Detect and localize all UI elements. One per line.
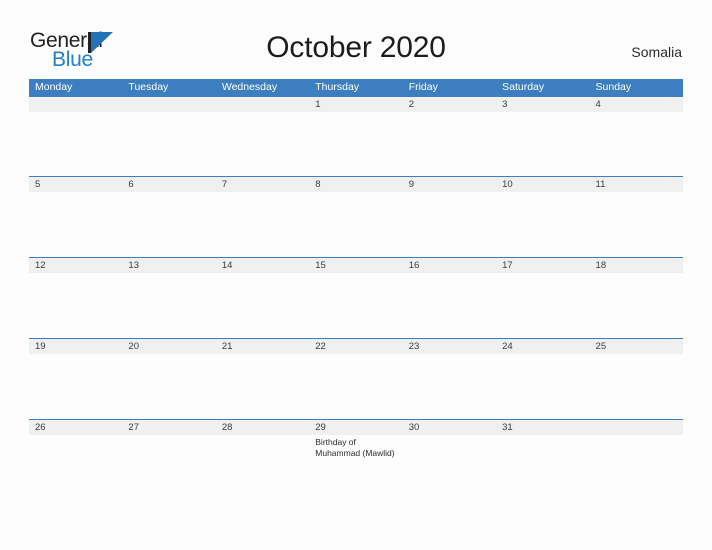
day-event	[403, 112, 496, 176]
day-event	[122, 112, 215, 176]
week-date-band: 26 27 28 29 30 31	[29, 420, 683, 435]
day-event	[29, 273, 122, 338]
week-date-band: 19 20 21 22 23 24 25	[29, 339, 683, 354]
calendar-grid: Monday Tuesday Wednesday Thursday Friday…	[29, 79, 683, 497]
region-label: Somalia	[631, 44, 682, 60]
page-title: October 2020	[266, 31, 446, 64]
day-number[interactable]: 3	[496, 97, 589, 112]
day-number[interactable]: 26	[29, 420, 122, 435]
day-number[interactable]	[216, 97, 309, 112]
day-number[interactable]: 14	[216, 258, 309, 273]
week-event-band: Birthday of Muhammad (Mawlid)	[29, 435, 683, 497]
day-event	[590, 273, 683, 338]
weekday-header-friday: Friday	[408, 81, 438, 93]
page-header: General Blue October 2020 Somalia	[0, 0, 712, 78]
calendar-page: General Blue October 2020 Somalia Monday…	[0, 0, 712, 550]
day-event	[216, 435, 309, 497]
day-event	[496, 435, 589, 497]
day-event	[496, 192, 589, 257]
day-number[interactable]: 29	[309, 420, 402, 435]
day-event	[29, 435, 122, 497]
day-number[interactable]: 24	[496, 339, 589, 354]
week-date-band: 1 2 3 4	[29, 97, 683, 112]
day-event	[403, 192, 496, 257]
weekday-header-saturday: Saturday	[502, 81, 545, 93]
weekday-header-monday: Monday	[35, 81, 73, 93]
day-number[interactable]: 15	[309, 258, 402, 273]
day-event	[496, 273, 589, 338]
day-event	[309, 354, 402, 419]
day-event	[122, 354, 215, 419]
day-number[interactable]	[29, 97, 122, 112]
calendar-week-row: 1 2 3 4	[29, 96, 683, 176]
day-number[interactable]: 10	[496, 177, 589, 192]
weekday-header-thursday: Thursday	[315, 81, 360, 93]
day-event-holiday: Birthday of Muhammad (Mawlid)	[315, 437, 395, 458]
day-number[interactable]: 8	[309, 177, 402, 192]
day-number[interactable]: 4	[590, 97, 683, 112]
day-number[interactable]: 28	[216, 420, 309, 435]
day-number[interactable]: 19	[29, 339, 122, 354]
day-number[interactable]: 16	[403, 258, 496, 273]
day-number[interactable]	[590, 420, 683, 435]
week-date-band: 12 13 14 15 16 17 18	[29, 258, 683, 273]
day-event	[29, 112, 122, 176]
day-event	[496, 112, 589, 176]
day-number[interactable]: 5	[29, 177, 122, 192]
weekday-header-tuesday: Tuesday	[128, 81, 169, 93]
day-event	[309, 112, 402, 176]
day-event	[216, 192, 309, 257]
day-number[interactable]: 22	[309, 339, 402, 354]
day-event	[122, 192, 215, 257]
day-number[interactable]: 13	[122, 258, 215, 273]
day-number[interactable]: 18	[590, 258, 683, 273]
day-event	[403, 354, 496, 419]
calendar-week-row: 26 27 28 29 30 31 Birthday of Muhammad (…	[29, 419, 683, 497]
day-number[interactable]: 31	[496, 420, 589, 435]
day-event	[216, 273, 309, 338]
day-event	[29, 354, 122, 419]
week-event-band	[29, 354, 683, 419]
day-number[interactable]: 9	[403, 177, 496, 192]
day-event	[29, 192, 122, 257]
day-event	[309, 192, 402, 257]
day-number[interactable]: 30	[403, 420, 496, 435]
day-event	[590, 435, 683, 497]
week-date-band: 5 6 7 8 9 10 11	[29, 177, 683, 192]
day-event	[403, 435, 496, 497]
day-number[interactable]: 7	[216, 177, 309, 192]
day-event	[590, 354, 683, 419]
day-event	[216, 112, 309, 176]
day-event	[590, 192, 683, 257]
day-number[interactable]: 11	[590, 177, 683, 192]
day-number[interactable]: 20	[122, 339, 215, 354]
calendar-week-row: 5 6 7 8 9 10 11	[29, 176, 683, 257]
day-event	[122, 273, 215, 338]
week-event-band	[29, 112, 683, 176]
weekday-header-wednesday: Wednesday	[221, 81, 278, 93]
weekday-header-sunday: Sunday	[595, 81, 632, 93]
day-number[interactable]: 25	[590, 339, 683, 354]
day-event	[403, 273, 496, 338]
calendar-week-row: 19 20 21 22 23 24 25	[29, 338, 683, 419]
weekday-header-row: Monday Tuesday Wednesday Thursday Friday…	[29, 79, 683, 96]
day-number[interactable]: 2	[403, 97, 496, 112]
day-number[interactable]: 6	[122, 177, 215, 192]
day-event	[216, 354, 309, 419]
week-event-band	[29, 192, 683, 257]
day-number[interactable]: 17	[496, 258, 589, 273]
day-event	[309, 273, 402, 338]
day-number[interactable]: 12	[29, 258, 122, 273]
day-number[interactable]: 23	[403, 339, 496, 354]
week-event-band	[29, 273, 683, 338]
day-event	[590, 112, 683, 176]
day-number[interactable]: 27	[122, 420, 215, 435]
day-event	[122, 435, 215, 497]
calendar-week-row: 12 13 14 15 16 17 18	[29, 257, 683, 338]
day-number[interactable]: 21	[216, 339, 309, 354]
day-event	[496, 354, 589, 419]
day-number[interactable]	[122, 97, 215, 112]
day-number[interactable]: 1	[309, 97, 402, 112]
